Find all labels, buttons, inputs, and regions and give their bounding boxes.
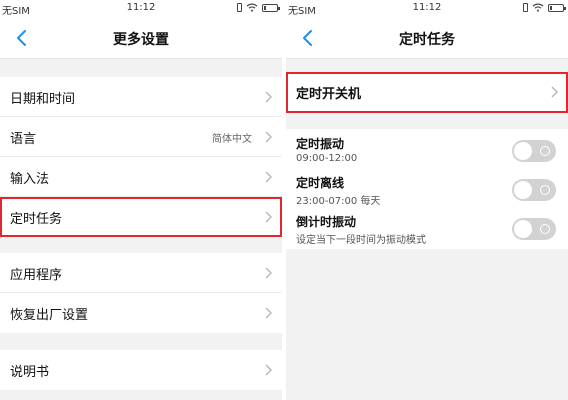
status-bar: 无SIM 11:12: [0, 0, 282, 18]
toggle-label: 倒计时振动: [296, 215, 357, 229]
chevron-right-icon: [265, 131, 272, 143]
nav-bar: 更多设置: [0, 18, 282, 59]
item-label: 定时任务: [10, 212, 63, 227]
status-bar: 无SIM 11:12: [286, 0, 568, 18]
vibrate-icon: [523, 3, 528, 12]
settings-item-language[interactable]: 语言 简体中文: [0, 117, 282, 157]
chevron-right-icon: [265, 91, 272, 103]
scheduled-vibration-toggle[interactable]: [512, 140, 556, 162]
item-label: 定时开关机: [296, 87, 362, 102]
battery-icon: [262, 3, 280, 12]
chevron-right-icon: [265, 171, 272, 183]
item-label: 日期和时间: [10, 92, 76, 107]
toggle-off-icon: [540, 224, 550, 234]
toggle-row-scheduled-offline: 定时离线 23:00-07:00 每天: [286, 171, 568, 210]
settings-item-date-time[interactable]: 日期和时间: [0, 77, 282, 117]
wifi-icon: [532, 3, 544, 12]
item-value: 简体中文: [212, 134, 252, 145]
settings-item-factory-reset[interactable]: 恢复出厂设置: [0, 293, 282, 333]
settings-item-input-method[interactable]: 输入法: [0, 157, 282, 197]
settings-item-manual[interactable]: 说明书: [0, 350, 282, 390]
toggle-knob: [514, 181, 532, 199]
toggle-subtitle: 09:00-12:00: [296, 153, 358, 164]
screenshot-pair: 无SIM 11:12 更多设置 日期和时间 语言 简体中文 输入法 定时任务 应…: [0, 0, 568, 400]
power-schedule-group: 定时开关机: [286, 72, 568, 113]
scheduled-tasks-screen: 无SIM 11:12 定时任务 定时开关机 定时振动 09:00-12:00 定…: [286, 0, 568, 400]
settings-item-applications[interactable]: 应用程序: [0, 253, 282, 293]
toggle-knob: [514, 142, 532, 160]
scheduled-power-item[interactable]: 定时开关机: [286, 72, 568, 113]
page-title: 定时任务: [399, 32, 455, 48]
settings-group-3: 说明书: [0, 350, 282, 390]
toggle-subtitle: 设定当下一段时间为振动模式: [296, 235, 426, 246]
scheduled-offline-toggle[interactable]: [512, 179, 556, 201]
toggle-off-icon: [540, 185, 550, 195]
chevron-right-icon: [265, 267, 272, 279]
toggle-subtitle: 23:00-07:00 每天: [296, 196, 381, 207]
toggle-row-scheduled-vibration: 定时振动 09:00-12:00: [286, 132, 568, 171]
battery-icon: [548, 3, 566, 12]
item-label: 语言: [10, 132, 37, 147]
chevron-right-icon: [551, 86, 558, 98]
item-label: 输入法: [10, 172, 50, 187]
item-label: 应用程序: [10, 268, 63, 283]
chevron-right-icon: [265, 364, 272, 376]
toggle-knob: [514, 220, 532, 238]
item-label: 说明书: [10, 365, 50, 380]
chevron-right-icon: [265, 211, 272, 223]
wifi-icon: [246, 3, 258, 12]
item-label: 恢复出厂设置: [10, 308, 89, 323]
page-title: 更多设置: [113, 32, 169, 48]
vibrate-icon: [237, 3, 242, 12]
toggle-off-icon: [540, 146, 550, 156]
countdown-vibration-toggle[interactable]: [512, 218, 556, 240]
chevron-right-icon: [265, 307, 272, 319]
toggle-label: 定时离线: [296, 176, 345, 190]
toggle-group: 定时振动 09:00-12:00 定时离线 23:00-07:00 每天 倒计时…: [286, 129, 568, 249]
settings-group-2: 应用程序 恢复出厂设置: [0, 253, 282, 333]
nav-bar: 定时任务: [286, 18, 568, 59]
settings-group-1: 日期和时间 语言 简体中文 输入法 定时任务: [0, 77, 282, 237]
toggle-label: 定时振动: [296, 137, 345, 151]
more-settings-screen: 无SIM 11:12 更多设置 日期和时间 语言 简体中文 输入法 定时任务 应…: [0, 0, 282, 400]
toggle-row-countdown-vibration: 倒计时振动 设定当下一段时间为振动模式: [286, 210, 568, 249]
settings-item-scheduled-tasks[interactable]: 定时任务: [0, 197, 282, 237]
